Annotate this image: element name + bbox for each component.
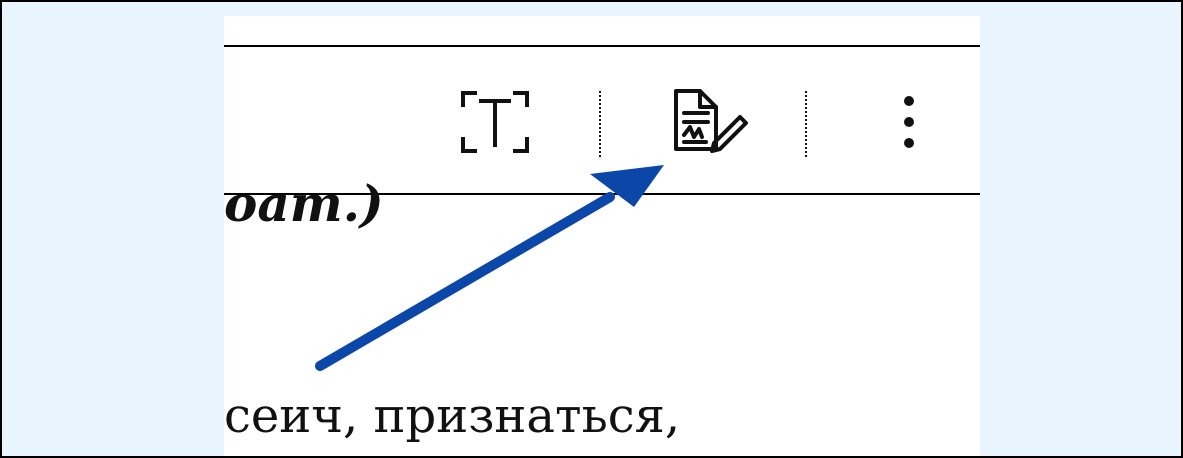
pointer-arrow-annotation [315, 165, 664, 371]
screenshot-frame: oam.) сеич, признаться, [0, 0, 1183, 458]
app-crop: oam.) сеич, признаться, [224, 16, 980, 456]
